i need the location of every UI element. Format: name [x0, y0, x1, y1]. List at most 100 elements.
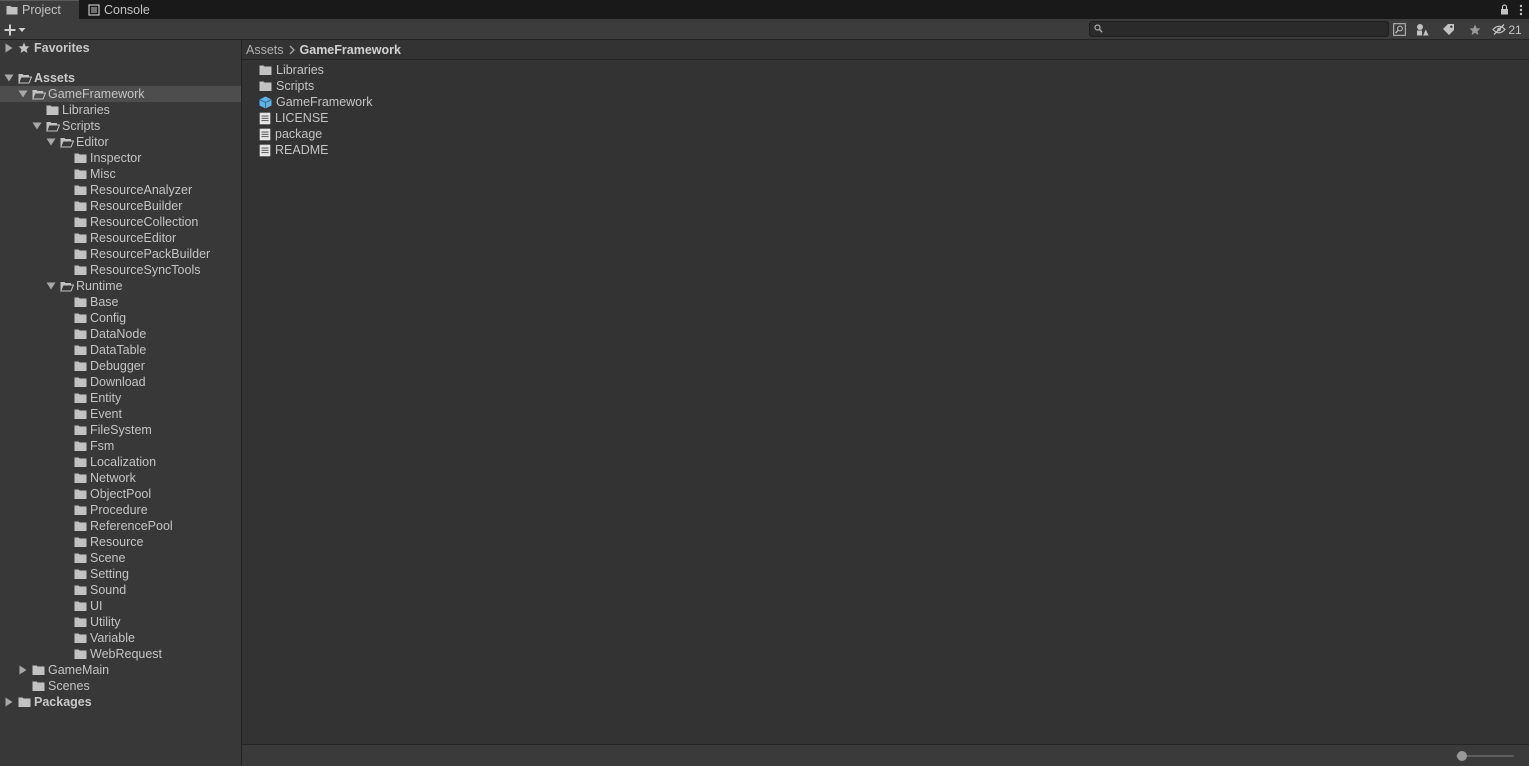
tree-item-sound[interactable]: Sound — [0, 582, 241, 598]
folder-icon — [74, 457, 87, 467]
asset-item-readme[interactable]: README — [259, 142, 328, 158]
collapsed-arrow-icon[interactable] — [4, 43, 14, 53]
hidden-packages-toggle[interactable]: 21 — [1491, 21, 1523, 38]
tree-item-gameframework[interactable]: GameFramework — [0, 86, 241, 102]
tree-item-resourcebuilder[interactable]: ResourceBuilder — [0, 198, 241, 214]
tree-item-runtime[interactable]: Runtime — [0, 278, 241, 294]
project-folder-tree[interactable]: Favorites Assets GameFramework Libraries Scr… — [0, 40, 241, 766]
tree-item-label: ResourceBuilder — [90, 199, 183, 213]
create-button[interactable] — [4, 21, 34, 38]
tree-item-assets[interactable]: Assets — [0, 70, 241, 86]
tree-item-label: UI — [90, 599, 103, 613]
expanded-arrow-icon[interactable] — [46, 281, 56, 291]
breadcrumb-gameframework[interactable]: GameFramework — [300, 43, 401, 57]
folder-icon — [74, 601, 87, 611]
tree-item-download[interactable]: Download — [0, 374, 241, 390]
tree-item-label: GameFramework — [48, 87, 145, 101]
tab-project[interactable]: Project — [0, 0, 79, 19]
tree-item-resourceeditor[interactable]: ResourceEditor — [0, 230, 241, 246]
tree-item-procedure[interactable]: Procedure — [0, 502, 241, 518]
collapsed-arrow-icon[interactable] — [18, 665, 28, 675]
project-content-panel[interactable]: Assets GameFramework Libraries Scripts Gam… — [242, 40, 1529, 766]
tab-console[interactable]: Console — [82, 0, 162, 19]
tree-item-config[interactable]: Config — [0, 310, 241, 326]
tree-item-localization[interactable]: Localization — [0, 454, 241, 470]
tree-item-setting[interactable]: Setting — [0, 566, 241, 582]
tree-item-libraries[interactable]: Libraries — [0, 102, 241, 118]
folder-icon — [259, 65, 272, 75]
tab-project-label: Project — [22, 3, 61, 17]
asset-item-scripts[interactable]: Scripts — [259, 78, 314, 94]
console-icon — [88, 3, 100, 16]
tree-item-label: Entity — [90, 391, 122, 405]
tree-item-scripts[interactable]: Scripts — [0, 118, 241, 134]
tree-item-inspector[interactable]: Inspector — [0, 150, 241, 166]
folder-icon — [74, 633, 87, 643]
tree-item-scene[interactable]: Scene — [0, 550, 241, 566]
tree-item-misc[interactable]: Misc — [0, 166, 241, 182]
tree-item-filesystem[interactable]: FileSystem — [0, 422, 241, 438]
tree-item-resourcecollection[interactable]: ResourceCollection — [0, 214, 241, 230]
tree-item-resource[interactable]: Resource — [0, 534, 241, 550]
tree-item-datatable[interactable]: DataTable — [0, 342, 241, 358]
tree-item-base[interactable]: Base — [0, 294, 241, 310]
tree-item-packages[interactable]: Packages — [0, 694, 241, 710]
tree-item-datanode[interactable]: DataNode — [0, 326, 241, 342]
tree-item-ui[interactable]: UI — [0, 598, 241, 614]
tree-item-label: GameMain — [48, 663, 110, 677]
tree-item-label: FileSystem — [90, 423, 152, 437]
zoom-slider-thumb[interactable] — [1457, 751, 1467, 761]
tree-item-webrequest[interactable]: WebRequest — [0, 646, 241, 662]
expanded-arrow-icon[interactable] — [18, 89, 28, 99]
folder-open-icon — [60, 138, 74, 148]
tree-item-event[interactable]: Event — [0, 406, 241, 422]
chevron-down-icon — [18, 27, 26, 32]
search-input[interactable] — [1106, 22, 1386, 36]
expanded-arrow-icon[interactable] — [32, 121, 42, 131]
search-in-scene-icon — [1392, 23, 1406, 36]
tree-item-debugger[interactable]: Debugger — [0, 358, 241, 374]
folder-icon — [74, 521, 87, 531]
filter-by-label-button[interactable] — [1440, 21, 1456, 38]
collapsed-arrow-icon[interactable] — [4, 697, 14, 707]
lock-icon[interactable] — [1500, 4, 1509, 15]
tree-item-objectpool[interactable]: ObjectPool — [0, 486, 241, 502]
expanded-arrow-icon[interactable] — [46, 137, 56, 147]
filter-by-type-button[interactable] — [1414, 21, 1430, 38]
tree-item-variable[interactable]: Variable — [0, 630, 241, 646]
asset-item-gameframework[interactable]: GameFramework — [259, 94, 373, 110]
tree-item-label: Scene — [90, 551, 126, 565]
asset-item-package[interactable]: package — [259, 126, 322, 142]
asset-item-license[interactable]: LICENSE — [259, 110, 329, 126]
tree-item-resourcepackbuilder[interactable]: ResourcePackBuilder — [0, 246, 241, 262]
folder-icon — [74, 329, 87, 339]
tree-item-label: ResourceCollection — [90, 215, 199, 229]
tree-item-label: DataTable — [90, 343, 147, 357]
tree-item-scenes[interactable]: Scenes — [0, 678, 241, 694]
breadcrumb-assets[interactable]: Assets — [246, 43, 284, 57]
search-by-type-button[interactable] — [1392, 21, 1406, 38]
asset-item-libraries[interactable]: Libraries — [259, 62, 324, 78]
tree-item-resourceanalyzer[interactable]: ResourceAnalyzer — [0, 182, 241, 198]
tree-item-label: Utility — [90, 615, 121, 629]
tree-item-network[interactable]: Network — [0, 470, 241, 486]
zoom-slider[interactable] — [1456, 751, 1514, 761]
tree-item-gamemain[interactable]: GameMain — [0, 662, 241, 678]
tree-item-resourcesynctools[interactable]: ResourceSyncTools — [0, 262, 241, 278]
tree-item-label: Packages — [34, 695, 92, 709]
save-search-button[interactable] — [1467, 21, 1483, 38]
expanded-arrow-icon[interactable] — [4, 73, 14, 83]
search-field[interactable] — [1089, 21, 1389, 37]
tree-item-utility[interactable]: Utility — [0, 614, 241, 630]
folder-icon — [74, 617, 87, 627]
folder-icon — [74, 201, 87, 211]
tree-item-favorites[interactable]: Favorites — [0, 40, 241, 56]
more-options-icon[interactable] — [1519, 4, 1523, 16]
tree-item-editor[interactable]: Editor — [0, 134, 241, 150]
tree-item-referencepool[interactable]: ReferencePool — [0, 518, 241, 534]
tree-item-label: Inspector — [90, 151, 142, 165]
folder-icon — [74, 297, 87, 307]
tree-item-entity[interactable]: Entity — [0, 390, 241, 406]
folder-open-icon — [18, 74, 32, 84]
tree-item-fsm[interactable]: Fsm — [0, 438, 241, 454]
